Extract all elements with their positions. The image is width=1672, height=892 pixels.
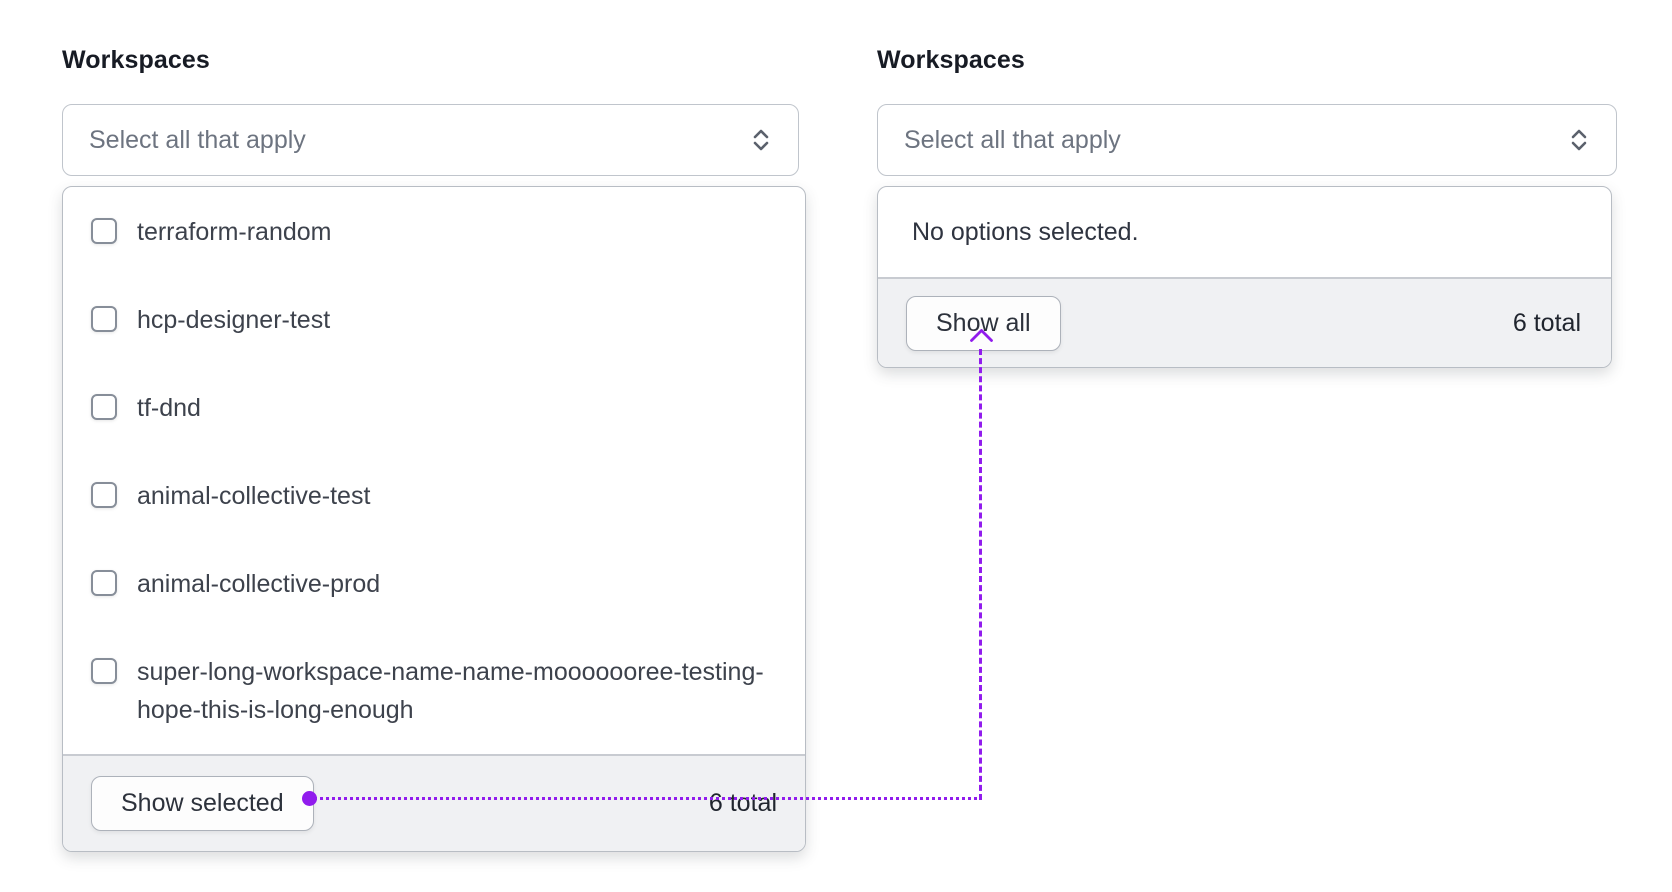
total-count-right: 6 total: [1512, 308, 1581, 337]
checkbox-unchecked[interactable]: [91, 570, 117, 596]
option-animal-collective-test[interactable]: animal-collective-test: [91, 477, 777, 515]
empty-state-body: No options selected.: [878, 187, 1611, 277]
workspaces-dropdown-panel-right: No options selected. Show all 6 total: [877, 186, 1612, 368]
checkbox-unchecked[interactable]: [91, 482, 117, 508]
options-list: terraform-random hcp-designer-test tf-dn…: [63, 187, 805, 754]
option-label: animal-collective-prod: [137, 570, 381, 598]
page: Workspaces Select all that apply terrafo…: [0, 0, 1672, 892]
option-label: super-long-workspace-name-name-moooooore…: [137, 658, 764, 724]
show-selected-button[interactable]: Show selected: [91, 776, 314, 831]
show-all-button[interactable]: Show all: [906, 295, 1061, 351]
workspaces-label-right: Workspaces: [877, 46, 1025, 74]
connector-dashed-line-vertical: [979, 349, 982, 800]
option-label: tf-dnd: [137, 394, 201, 422]
select-placeholder: Select all that apply: [89, 125, 306, 154]
dropdown-footer-right: Show all 6 total: [878, 277, 1611, 367]
option-super-long-workspace[interactable]: super-long-workspace-name-name-moooooore…: [91, 653, 777, 729]
option-animal-collective-prod[interactable]: animal-collective-prod: [91, 565, 777, 603]
checkbox-unchecked[interactable]: [91, 394, 117, 420]
dropdown-footer-left: Show selected 6 total: [63, 754, 805, 851]
option-label: terraform-random: [137, 218, 332, 246]
option-label: hcp-designer-test: [137, 306, 331, 334]
option-terraform-random[interactable]: terraform-random: [91, 213, 777, 251]
workspaces-label-left: Workspaces: [62, 46, 210, 74]
checkbox-unchecked[interactable]: [91, 218, 117, 244]
checkbox-unchecked[interactable]: [91, 306, 117, 332]
total-count-left: 6 total: [708, 789, 777, 817]
empty-state-message: No options selected.: [912, 217, 1139, 246]
select-placeholder: Select all that apply: [904, 125, 1121, 154]
option-hcp-designer-test[interactable]: hcp-designer-test: [91, 301, 777, 339]
checkbox-unchecked[interactable]: [91, 658, 117, 684]
select-caret-icon: [750, 127, 772, 153]
option-label: animal-collective-test: [137, 482, 371, 510]
workspaces-select-trigger-right[interactable]: Select all that apply: [877, 104, 1617, 176]
workspaces-dropdown-panel-left: terraform-random hcp-designer-test tf-dn…: [62, 186, 806, 852]
option-tf-dnd[interactable]: tf-dnd: [91, 389, 777, 427]
workspaces-select-trigger-left[interactable]: Select all that apply: [62, 104, 799, 176]
select-caret-icon: [1568, 127, 1590, 153]
